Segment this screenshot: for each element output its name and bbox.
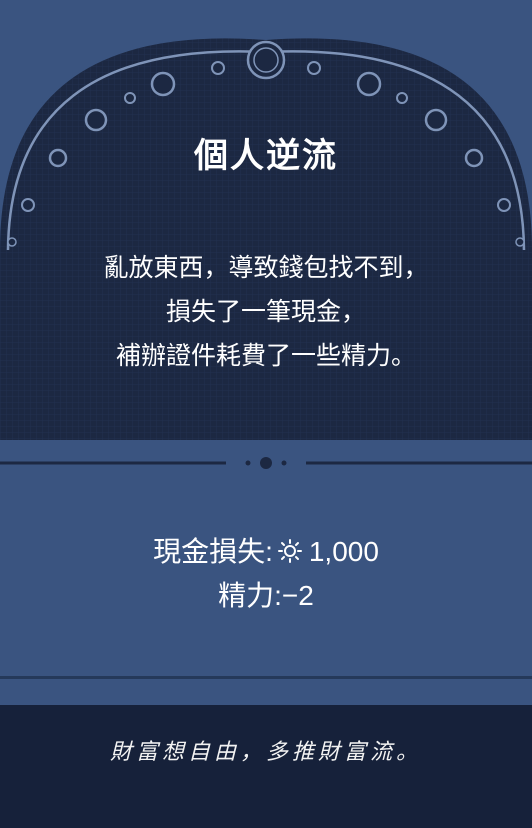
cash-loss-line: 現金損失: 1,000 — [0, 530, 532, 574]
description-line: 補辦證件耗費了一些精力。 — [115, 341, 416, 370]
event-card: 個人逆流 亂放東西，導致錢包找不到， 損失了一筆現金， 補辦證件耗費了一些精力。… — [0, 0, 532, 828]
lower-divider — [0, 676, 532, 679]
energy-line: 精力:−2 — [218, 580, 314, 611]
coin-icon — [277, 533, 303, 563]
card-title: 個人逆流 — [194, 136, 338, 176]
card-footer — [0, 705, 532, 828]
card-description: 亂放東西，導致錢包找不到， 損失了一筆現金， 補辦證件耗費了一些精力。 — [40, 246, 492, 378]
ornament-divider — [0, 457, 532, 469]
card-effects: 現金損失: 1,000 精力:−2 — [0, 530, 532, 618]
cash-loss-value: 1,000 — [308, 536, 379, 567]
card-slogan: 財富想自由，多推財富流。 — [109, 740, 422, 765]
description-line: 亂放東西，導致錢包找不到， — [103, 253, 429, 282]
cash-loss-label: 現金損失: — [153, 536, 273, 567]
description-line: 損失了一筆現金， — [165, 297, 366, 326]
